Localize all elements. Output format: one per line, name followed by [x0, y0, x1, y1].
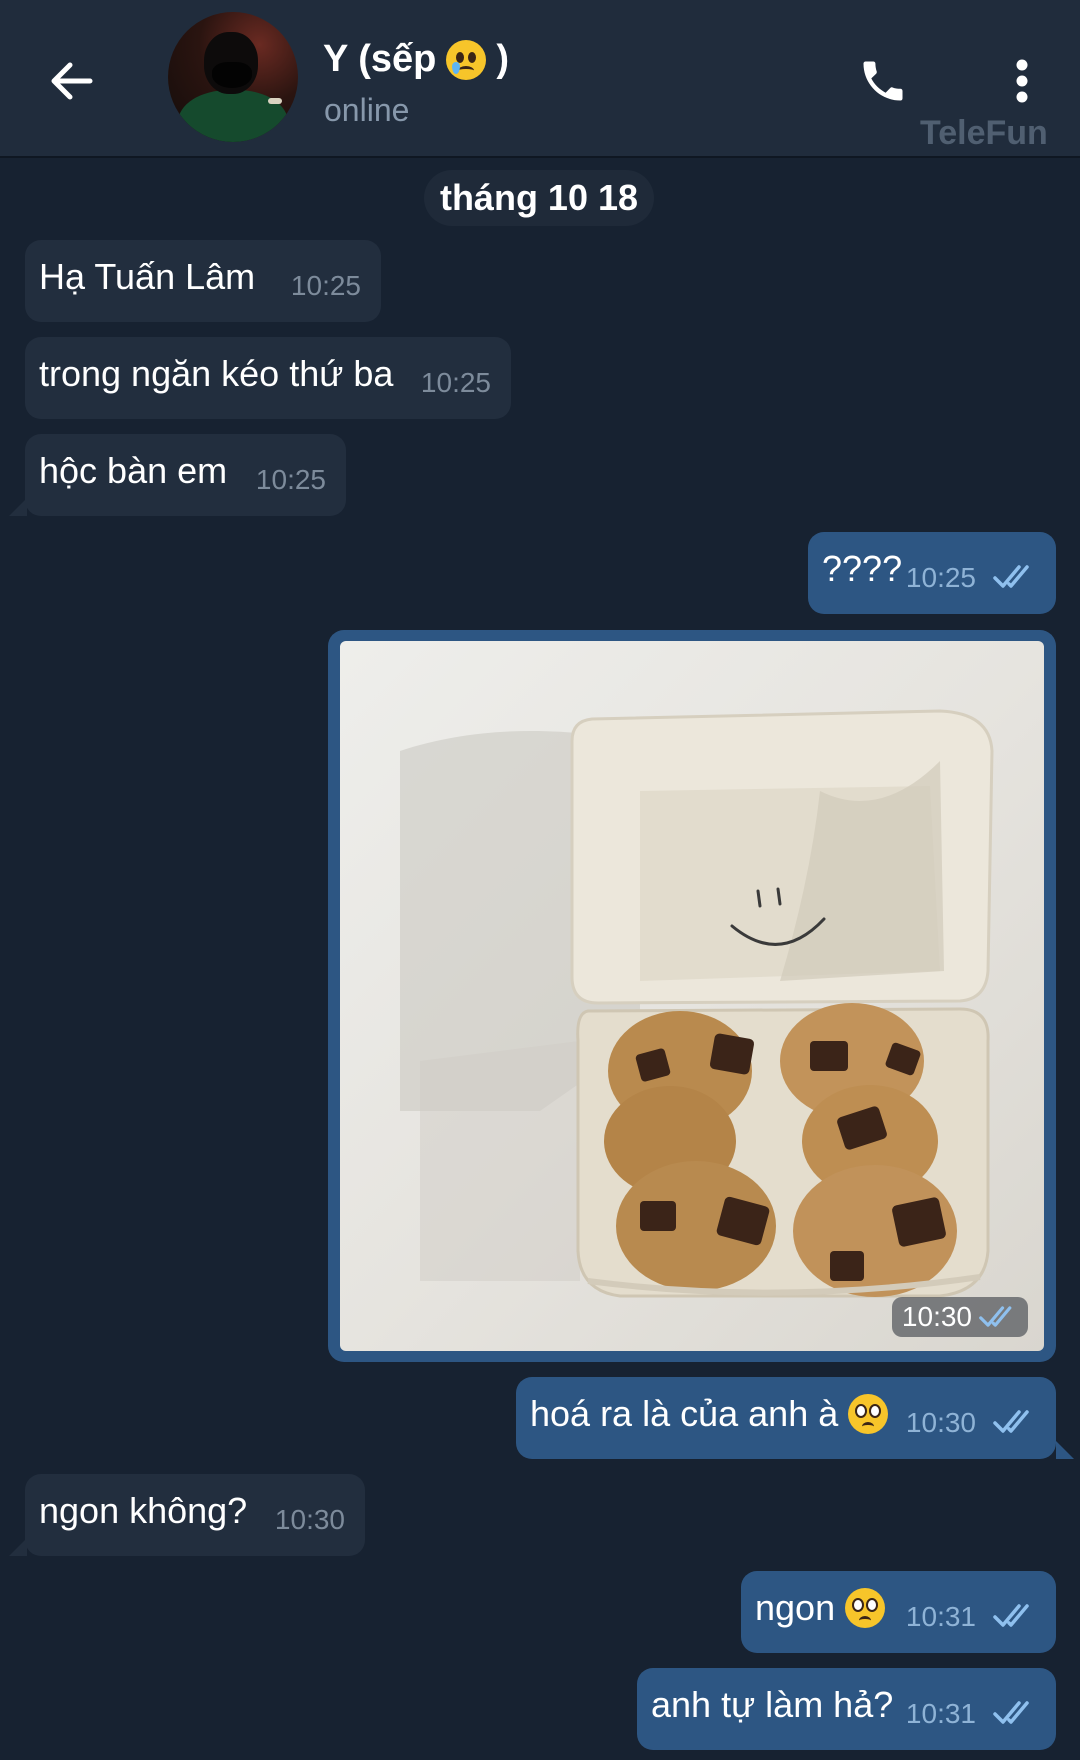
message-text: hộc bàn em	[39, 450, 228, 491]
pleading-face-emoji	[845, 1588, 886, 1628]
message-time: 10:30	[901, 1301, 972, 1332]
message-incoming[interactable]: Hạ Tuấn Lâm 10:25	[25, 240, 381, 322]
photo-message[interactable]: 10:30	[328, 630, 1056, 1362]
message-outgoing[interactable]: hoá ra là của anh à 10:30	[516, 1377, 1074, 1459]
message-text: trong ngăn kéo thứ ba	[39, 353, 394, 394]
phone-icon	[863, 61, 903, 101]
online-status: online	[324, 92, 410, 128]
message-text: Hạ Tuấn Lâm	[39, 256, 256, 297]
message-outgoing[interactable]: anh tự làm hả? 10:31	[637, 1668, 1056, 1750]
message-text: ????	[822, 548, 903, 589]
message-time: 10:31	[905, 1698, 976, 1729]
message-time: 10:30	[274, 1504, 345, 1535]
read-double-check-icon	[993, 1604, 1029, 1627]
message-text: ngon không?	[39, 1490, 248, 1531]
message-time: 10:25	[255, 464, 326, 495]
chat-title[interactable]: Y (sếp )	[323, 38, 509, 81]
message-text: ngon	[755, 1587, 886, 1629]
message-time: 10:30	[905, 1407, 976, 1438]
message-time: 10:25	[905, 562, 976, 593]
box-of-chocolate-chip-cookies	[400, 709, 994, 1298]
crying-face-emoji	[446, 39, 487, 80]
arrow-left-icon	[51, 62, 93, 100]
watermark: TeleFun	[920, 114, 1048, 152]
date-separator: tháng 10 18	[424, 170, 654, 226]
read-double-check-icon	[993, 565, 1029, 588]
read-double-check-icon	[993, 1701, 1029, 1724]
message-incoming[interactable]: hộc bàn em 10:25	[9, 434, 346, 516]
more-menu-button[interactable]	[994, 46, 1050, 116]
chat-title-close: )	[496, 38, 510, 80]
more-vertical-icon	[1016, 59, 1028, 103]
message-time: 10:25	[290, 270, 361, 301]
chat-title-name: Y (sếp	[323, 38, 437, 80]
read-double-check-icon	[993, 1410, 1029, 1433]
cookie-box-photo[interactable]: 10:30	[340, 641, 1044, 1351]
message-text: hoá ra là của anh à	[530, 1393, 889, 1435]
message-outgoing[interactable]: ngon 10:31	[741, 1571, 1056, 1653]
read-double-check-icon	[979, 1306, 1012, 1327]
message-incoming[interactable]: trong ngăn kéo thứ ba 10:25	[25, 337, 511, 419]
chat-header: Y (sếp ) online TeleFun	[0, 0, 1080, 158]
message-incoming[interactable]: ngon không? 10:30	[9, 1474, 365, 1556]
pleading-face-emoji	[848, 1394, 889, 1434]
message-time: 10:31	[905, 1601, 976, 1632]
message-time: 10:25	[420, 367, 491, 398]
message-outgoing[interactable]: ???? 10:25	[808, 532, 1056, 614]
back-button[interactable]	[36, 46, 106, 116]
photo-timestamp: 10:30	[891, 1297, 1028, 1337]
call-button[interactable]	[850, 48, 916, 114]
message-text: anh tự làm hả?	[651, 1684, 894, 1725]
avatar[interactable]	[168, 12, 298, 142]
